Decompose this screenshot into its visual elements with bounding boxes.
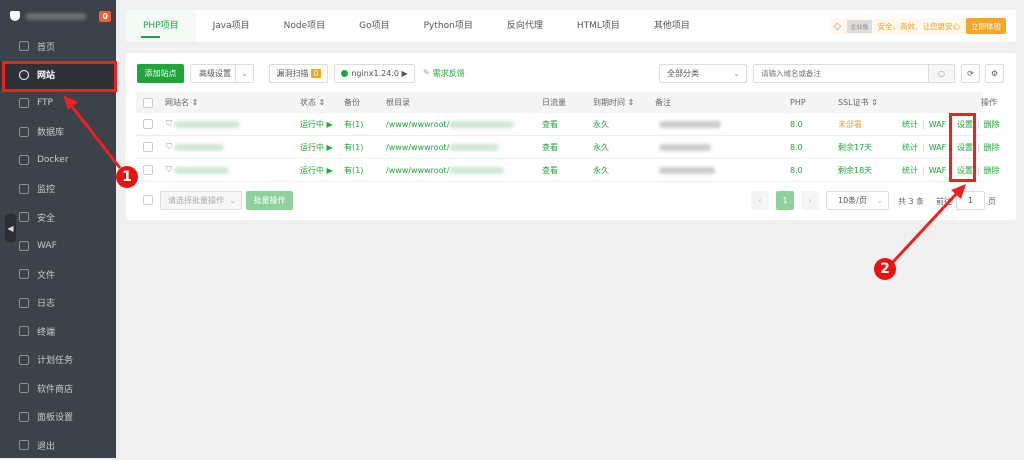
- annotation-arrows: [63, 95, 966, 264]
- arrowhead-1: [63, 95, 78, 110]
- step-1-marker: 1: [116, 166, 138, 188]
- arrow-1: [68, 103, 122, 169]
- step-2-marker: 2: [874, 258, 896, 280]
- arrow-2: [891, 190, 960, 264]
